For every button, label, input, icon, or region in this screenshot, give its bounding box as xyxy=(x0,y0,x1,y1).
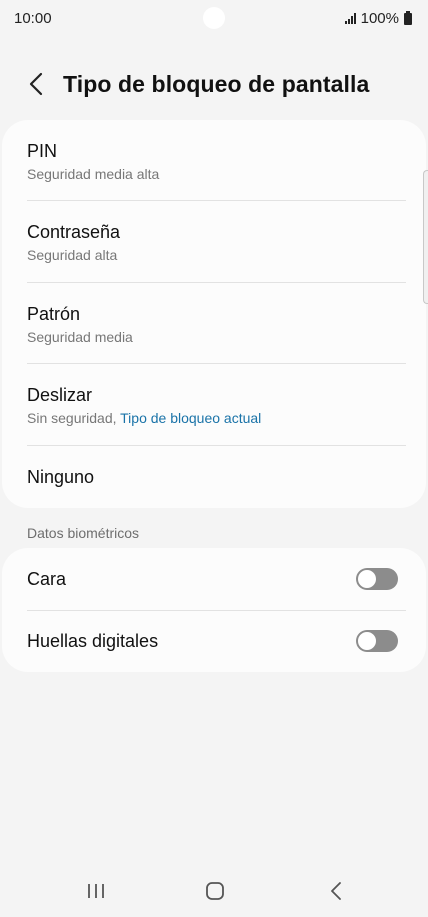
option-subtitle-text: Sin seguridad, xyxy=(27,410,121,426)
fingerprint-toggle[interactable] xyxy=(356,630,398,652)
battery-percent: 100% xyxy=(360,10,399,27)
option-subtitle: Seguridad alta xyxy=(27,247,118,263)
option-title: Contraseña xyxy=(27,222,121,242)
lock-option-swipe[interactable]: Deslizar Sin seguridad, Tipo de bloqueo … xyxy=(2,364,426,445)
app-header: Tipo de bloqueo de pantalla xyxy=(0,62,428,106)
section-label-biometrics: Datos biométricos xyxy=(27,525,140,541)
navigation-bar xyxy=(0,865,428,917)
recents-button[interactable] xyxy=(76,877,116,905)
option-subtitle: Sin seguridad, Tipo de bloqueo actual xyxy=(27,410,261,426)
option-title: Ninguno xyxy=(27,467,95,487)
nav-back-button[interactable] xyxy=(316,877,356,905)
option-title: Deslizar xyxy=(27,385,93,405)
biometric-title: Huellas digitales xyxy=(27,631,159,651)
option-title: Patrón xyxy=(27,304,81,324)
option-subtitle: Seguridad media xyxy=(27,329,133,345)
option-title: PIN xyxy=(27,141,58,161)
face-toggle[interactable] xyxy=(356,568,398,590)
camera-cutout xyxy=(203,7,225,29)
page-title: Tipo de bloqueo de pantalla xyxy=(63,71,370,97)
lock-option-pattern[interactable]: Patrón Seguridad media xyxy=(2,283,426,364)
status-time: 10:00 xyxy=(14,10,52,27)
signal-icon xyxy=(344,13,356,24)
current-lock-type-label: Tipo de bloqueo actual xyxy=(120,410,262,426)
chevron-left-icon xyxy=(29,72,43,96)
lock-option-password[interactable]: Contraseña Seguridad alta xyxy=(2,201,426,282)
biometric-fingerprint[interactable]: Huellas digitales xyxy=(2,611,426,672)
home-icon xyxy=(206,882,224,900)
biometric-face[interactable]: Cara xyxy=(2,548,426,610)
lock-option-pin[interactable]: PIN Seguridad media alta xyxy=(2,120,426,201)
toggle-knob xyxy=(357,569,377,589)
status-indicators: 100% xyxy=(344,10,412,27)
recents-icon xyxy=(88,884,104,898)
back-button[interactable] xyxy=(22,68,50,100)
scrollbar[interactable] xyxy=(423,170,428,304)
lock-option-none[interactable]: Ninguno xyxy=(2,446,426,508)
toggle-knob xyxy=(357,631,377,651)
biometric-title: Cara xyxy=(27,569,67,589)
battery-icon xyxy=(404,10,412,25)
option-subtitle: Seguridad media alta xyxy=(27,166,160,182)
biometrics-card: Cara Huellas digitales xyxy=(2,548,426,672)
home-button[interactable] xyxy=(195,877,235,905)
status-bar: 10:00 100% xyxy=(0,0,428,38)
back-icon xyxy=(331,882,341,900)
lock-options-card: PIN Seguridad media alta Contraseña Segu… xyxy=(2,120,426,508)
